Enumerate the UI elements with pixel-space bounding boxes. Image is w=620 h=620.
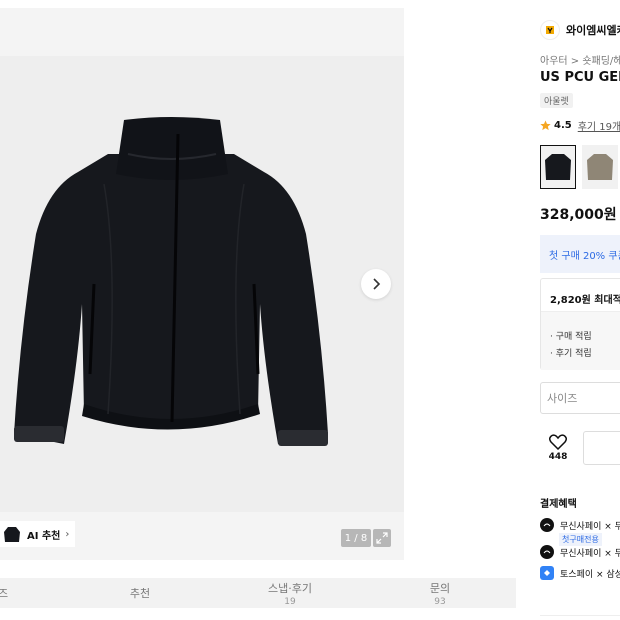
musinsa-pay-icon (540, 545, 554, 559)
color-swatch-beige[interactable] (582, 145, 618, 189)
tab-recommend[interactable]: 추천 (110, 578, 170, 608)
payment-benefit-label: 무신사페이 × 무 (560, 548, 620, 559)
heart-icon (549, 434, 567, 450)
rating-score: 4.5 (554, 120, 572, 131)
brand-name: 와이엠씨엘케이 (566, 24, 620, 37)
chevron-right-icon (373, 278, 381, 290)
tab-size[interactable]: 즈 (0, 578, 10, 608)
points-item-purchase: · 구매 적립 (550, 332, 592, 342)
points-max: 2,820원 최대적립 (550, 295, 620, 306)
brand-logo-icon (540, 20, 560, 40)
color-swatch-black[interactable] (540, 145, 576, 189)
size-select[interactable]: 사이즈 (540, 382, 620, 414)
product-tabs: 즈 추천 스냅·후기 19 문의 93 (0, 578, 516, 608)
payment-benefit-label: 토스페이 × 삼성 (560, 569, 620, 580)
tab-label: 추천 (129, 587, 151, 600)
tab-label: 스냅·후기 (268, 581, 312, 595)
rating: 4.5 후기 19개 (540, 118, 620, 133)
black-jacket-image (14, 117, 328, 446)
image-counter: 1 / 8 (341, 529, 371, 547)
points-item-review: · 후기 적립 (550, 349, 592, 359)
tab-snap-review[interactable]: 스냅·후기 19 (250, 578, 330, 608)
musinsa-pay-icon (540, 518, 554, 532)
brand-link[interactable]: 와이엠씨엘케이 (540, 20, 620, 40)
divider (540, 615, 620, 616)
product-title: US PCU GEN (540, 70, 620, 85)
first-purchase-coupon[interactable]: 첫 구매 20% 쿠폰 (540, 235, 620, 273)
next-image-button[interactable] (361, 269, 391, 299)
payment-benefit-row[interactable]: 토스페이 × 삼성 (540, 566, 620, 580)
product-info-panel: 와이엠씨엘케이 아우터 > 숏패딩/헤비 US PCU GEN 아울렛 4.5 … (528, 8, 620, 620)
like-count: 448 (548, 452, 568, 462)
ai-recommend-label: AI 추천 (27, 530, 61, 542)
payment-benefit-row[interactable]: 무신사페이 × 무 (540, 518, 620, 532)
expand-image-button[interactable] (373, 529, 391, 547)
payment-benefits-title: 결제혜택 (540, 499, 577, 510)
like-button[interactable]: 448 (540, 430, 576, 466)
beige-jacket-thumbnail (587, 154, 613, 180)
breadcrumb[interactable]: 아우터 > 숏패딩/헤비 (540, 52, 620, 67)
tab-label: 즈 (0, 587, 9, 600)
expand-icon (376, 532, 388, 544)
toss-pay-icon (540, 566, 554, 580)
price: 328,000원 (540, 207, 617, 223)
chevron-right-icon: › (65, 528, 70, 540)
review-count-link[interactable]: 후기 19개 (578, 118, 620, 133)
payment-benefit-label: 무신사페이 × 무 (560, 521, 620, 532)
points-box: 2,820원 최대적립 · 구매 적립 · 후기 적립 (540, 278, 620, 370)
buy-button[interactable] (583, 431, 620, 465)
star-icon (540, 120, 551, 131)
tab-inquiry[interactable]: 문의 93 (410, 578, 470, 608)
tab-count: 93 (434, 596, 446, 607)
tab-count: 19 (284, 596, 296, 607)
ai-recommend-button[interactable]: AI 추천 › (0, 521, 76, 547)
black-jacket-thumbnail (545, 154, 571, 180)
outlet-tag: 아울렛 (540, 93, 573, 108)
tab-label: 문의 (429, 581, 451, 595)
jacket-thumbnail-icon (4, 527, 20, 542)
payment-benefit-row[interactable]: 무신사페이 × 무 (540, 545, 620, 559)
